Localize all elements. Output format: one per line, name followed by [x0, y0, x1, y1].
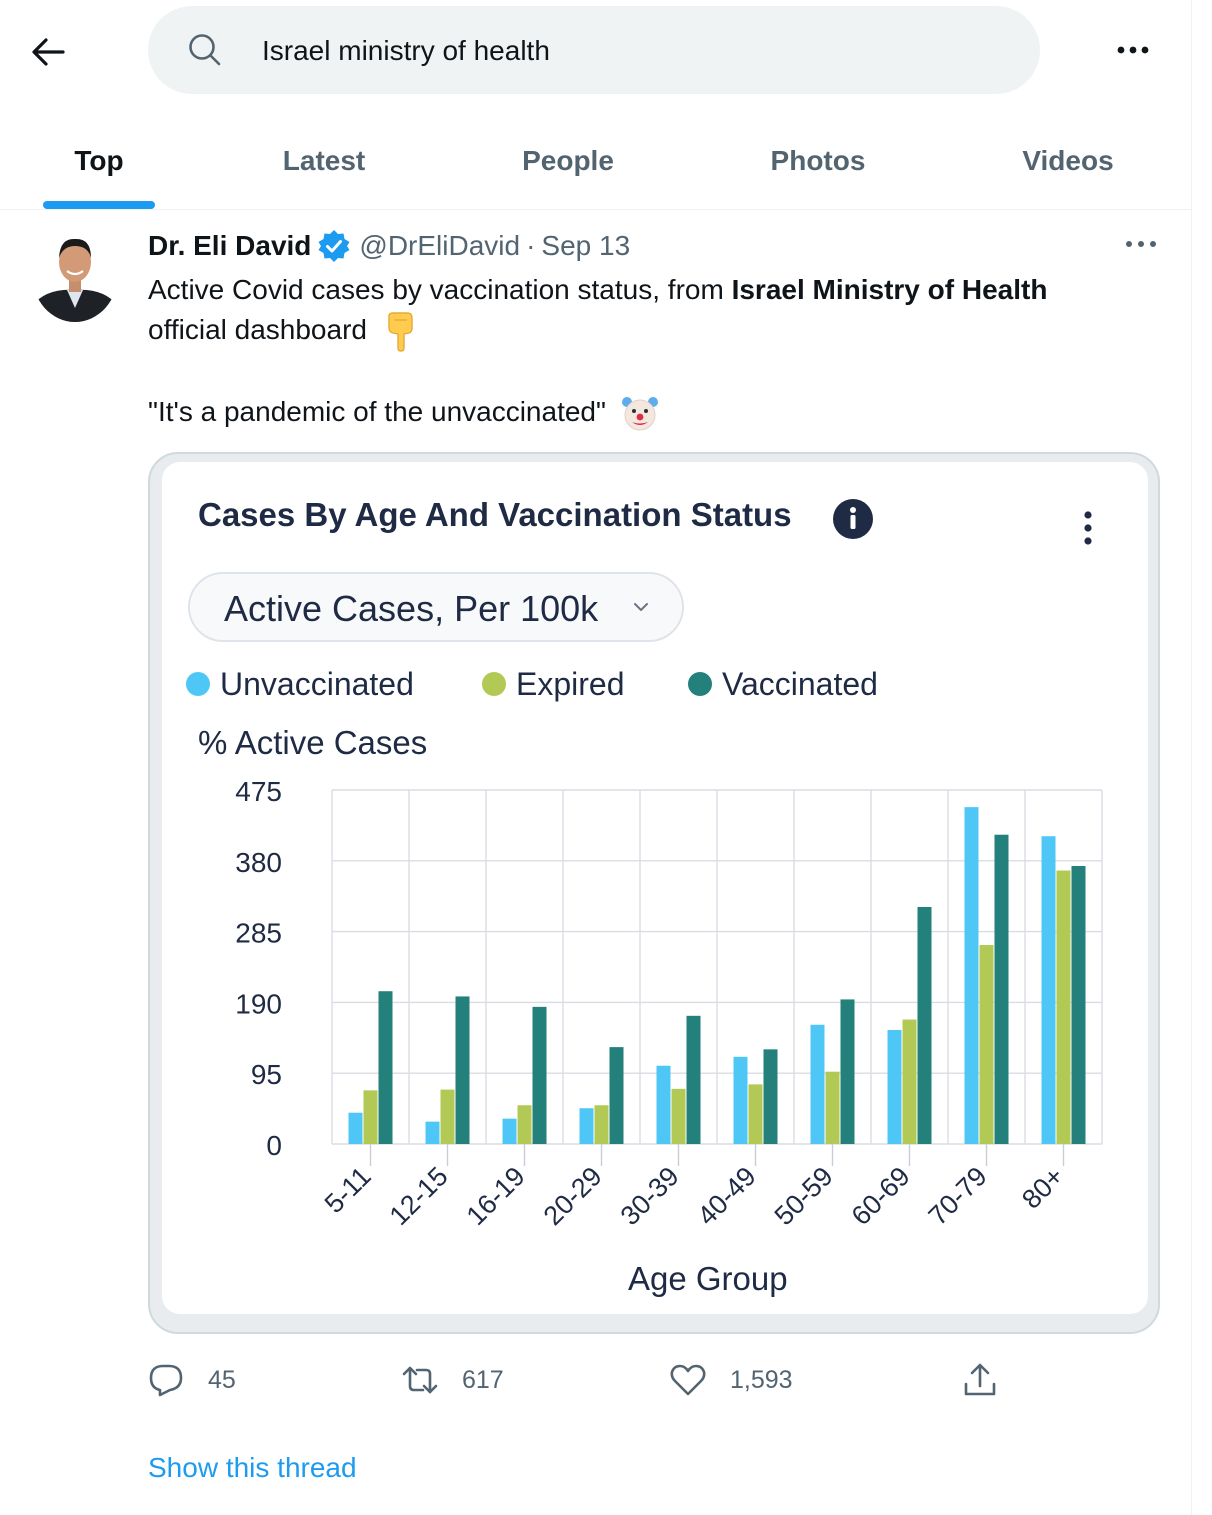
share-icon: [964, 1363, 996, 1396]
y-tick-label: 285: [235, 918, 282, 949]
avatar-image: [32, 226, 118, 322]
x-tick-label: 60-69: [846, 1161, 916, 1231]
bar-unvaccinated: [425, 1121, 440, 1144]
clown-face-icon: [621, 397, 658, 431]
bar-unvaccinated: [1041, 836, 1056, 1144]
y-tick-label: 380: [235, 847, 282, 878]
x-tick-label: 20-29: [538, 1161, 608, 1231]
bar-vaccinated: [455, 996, 470, 1144]
tweet-text-continued: official dashboard: [148, 314, 367, 345]
tab-top[interactable]: Top: [43, 112, 155, 210]
x-tick-label: 16-19: [461, 1161, 531, 1231]
avatar[interactable]: [32, 226, 118, 322]
tweet-text-intro: Active Covid cases by vaccination status…: [148, 274, 732, 305]
bar-vaccinated: [917, 907, 932, 1144]
bar-vaccinated: [994, 834, 1009, 1144]
bar-expired: [1056, 870, 1071, 1144]
x-tick-label: 5-11: [319, 1161, 377, 1219]
bar-vaccinated: [378, 991, 393, 1144]
bar-unvaccinated: [579, 1108, 594, 1144]
retweet-count: 617: [462, 1365, 504, 1394]
x-tick-label: 70-79: [923, 1161, 993, 1231]
bar-unvaccinated: [348, 1112, 363, 1144]
more-options-button[interactable]: [1108, 30, 1158, 70]
bar-vaccinated: [1071, 866, 1086, 1144]
column-divider: [1191, 0, 1192, 1515]
bar-unvaccinated: [502, 1118, 517, 1144]
tweet-header: Dr. Eli David @DrEliDavid · Sep 13: [148, 226, 630, 266]
tweet-quote: "It's a pandemic of the unvaccinated": [148, 395, 606, 427]
tab-videos[interactable]: Videos: [998, 112, 1138, 210]
bar-unvaccinated: [733, 1056, 748, 1144]
heart-icon: [670, 1364, 706, 1396]
verified-badge-icon: [318, 230, 350, 262]
backhand-index-pointing-down-icon: [388, 311, 413, 352]
like-button[interactable]: 1,593: [670, 1356, 793, 1404]
x-tick-label: 12-15: [384, 1161, 454, 1231]
tweet-date[interactable]: Sep 13: [541, 230, 630, 262]
tweet-text-bold: Israel Ministry of Health: [731, 274, 1048, 305]
bar-expired: [671, 1088, 686, 1144]
chart-card: Cases By Age And Vaccination Status Acti…: [162, 462, 1148, 1314]
bar-chart: 475 380 285 190 95 0 5-11 12-15 16-19 20-29 30-39 4…: [235, 776, 1103, 1231]
retweet-button[interactable]: 617: [402, 1356, 504, 1404]
separator-dot: ·: [526, 230, 536, 261]
bar-vaccinated: [840, 999, 855, 1144]
x-tick-label: 30-39: [615, 1161, 685, 1231]
bar-vaccinated: [763, 1049, 778, 1144]
tab-photos[interactable]: Photos: [748, 112, 888, 210]
y-tick-label: 0: [266, 1130, 282, 1161]
show-thread-link[interactable]: Show this thread: [148, 1452, 357, 1484]
back-button[interactable]: [22, 26, 74, 78]
like-count: 1,593: [730, 1365, 793, 1394]
bar-expired: [825, 1071, 840, 1144]
search-tabs: Top Latest People Photos Videos: [0, 112, 1191, 210]
tweet-more-button[interactable]: [1120, 232, 1162, 256]
tweet-text: Active Covid cases by vaccination status…: [148, 270, 1148, 433]
bar-expired: [517, 1105, 532, 1144]
active-tab-indicator: [43, 201, 155, 209]
back-arrow-icon: [32, 38, 65, 66]
bar-expired: [594, 1105, 609, 1144]
reply-button[interactable]: 45: [148, 1356, 236, 1404]
x-tick-label: 50-59: [769, 1161, 839, 1231]
tab-people[interactable]: People: [498, 112, 638, 210]
retweet-icon: [402, 1366, 438, 1394]
bar-vaccinated: [609, 1047, 624, 1144]
author-name[interactable]: Dr. Eli David: [148, 230, 311, 262]
y-tick-label: 190: [235, 988, 282, 1019]
bar-vaccinated: [532, 1006, 547, 1144]
search-query[interactable]: Israel ministry of health: [262, 36, 550, 66]
search-input[interactable]: Israel ministry of health: [148, 6, 1040, 94]
bar-unvaccinated: [810, 1024, 825, 1144]
tab-latest[interactable]: Latest: [254, 112, 394, 210]
reply-count: 45: [208, 1365, 236, 1394]
bar-unvaccinated: [656, 1065, 671, 1144]
tweet-media[interactable]: Cases By Age And Vaccination Status Acti…: [148, 452, 1160, 1334]
more-horizontal-icon: [1117, 46, 1149, 54]
bar-expired: [363, 1090, 378, 1144]
y-tick-label: 475: [235, 776, 282, 807]
bar-unvaccinated: [964, 807, 979, 1144]
author-handle[interactable]: @DrEliDavid: [359, 230, 520, 262]
x-tick-label: 40-49: [692, 1161, 762, 1231]
bar-expired: [440, 1089, 455, 1144]
share-button[interactable]: [962, 1356, 998, 1404]
bar-expired: [748, 1084, 763, 1144]
bar-expired: [902, 1019, 917, 1144]
search-icon: [189, 34, 221, 66]
bar-vaccinated: [686, 1015, 701, 1144]
y-tick-label: 95: [251, 1059, 282, 1090]
more-horizontal-icon: [1126, 241, 1156, 247]
x-tick-label: 80+: [1016, 1161, 1070, 1215]
reply-icon: [149, 1364, 183, 1397]
bar-unvaccinated: [887, 1029, 902, 1144]
bar-expired: [979, 945, 994, 1144]
